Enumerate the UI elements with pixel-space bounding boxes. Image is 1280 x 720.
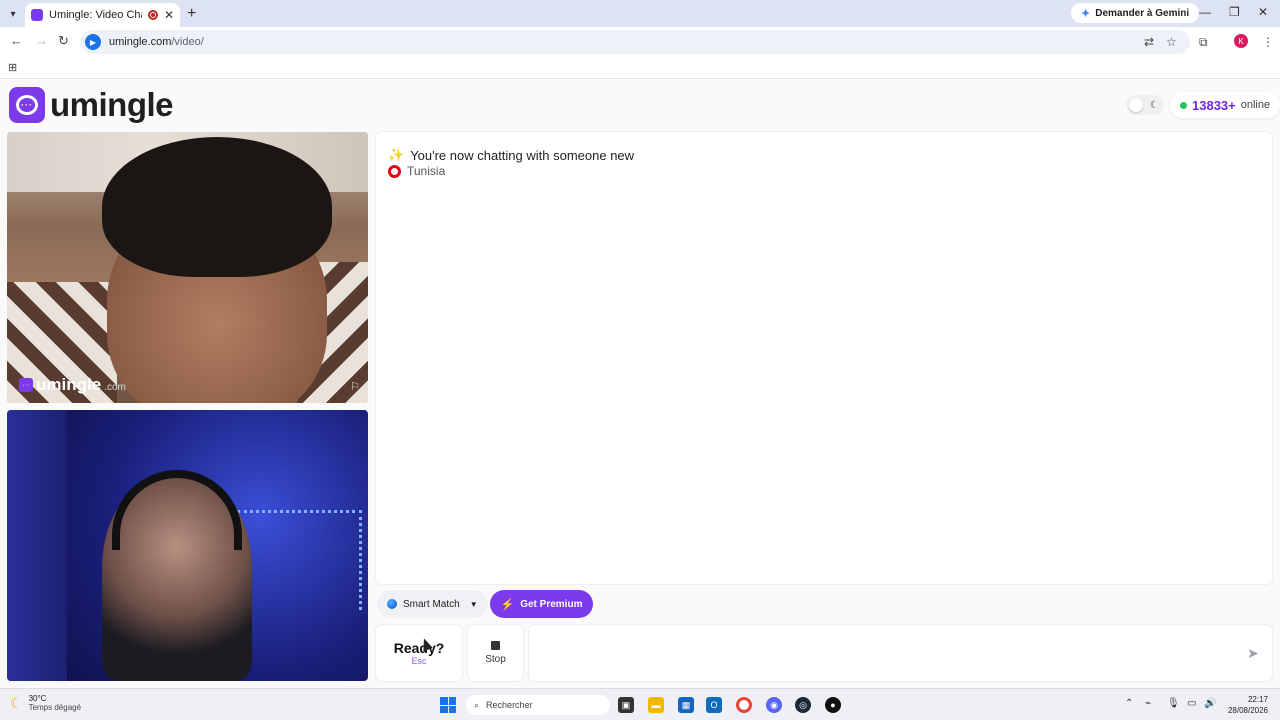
- partner-country: Tunisia: [388, 164, 445, 178]
- send-icon[interactable]: ➤: [1247, 645, 1259, 662]
- browser-tab-bar: ▾ Umingle: Video Chat with S ✕ + ✦ Deman…: [0, 0, 1280, 27]
- display-icon[interactable]: ▭: [1187, 698, 1196, 709]
- url-text: umingle.com/video/: [109, 36, 204, 48]
- game-app-icon[interactable]: ●: [825, 697, 841, 713]
- report-flag-icon[interactable]: ⚐: [350, 380, 360, 393]
- new-tab-button[interactable]: +: [187, 5, 196, 23]
- site-favicon-icon: [31, 9, 43, 21]
- video-watermark: ··· umingle .com: [19, 375, 126, 395]
- reload-icon[interactable]: ↻: [58, 33, 69, 49]
- watermark-logo-icon: ···: [19, 378, 33, 392]
- globe-icon: [387, 599, 397, 609]
- windows-icon[interactable]: [440, 697, 456, 713]
- local-video: [7, 410, 368, 681]
- browser-tab[interactable]: Umingle: Video Chat with S ✕: [25, 3, 180, 27]
- logo-chat-icon: ···: [9, 87, 45, 123]
- volume-icon[interactable]: 🔊: [1204, 698, 1216, 709]
- weather-widget[interactable]: ☾ 30°C Temps dégagé: [10, 694, 81, 712]
- weather-text: Temps dégagé: [28, 703, 82, 712]
- outlook-icon[interactable]: O: [706, 697, 722, 713]
- network-icon[interactable]: ⌁: [1145, 698, 1151, 709]
- star-icon[interactable]: ☆: [1166, 35, 1177, 49]
- back-icon[interactable]: ←: [10, 33, 23, 48]
- remote-video: ··· umingle .com ⚐: [7, 132, 368, 403]
- bolt-icon: ⚡: [500, 598, 515, 611]
- online-count: 13833+: [1192, 97, 1236, 113]
- steam-icon[interactable]: ◎: [795, 697, 811, 713]
- ready-shortcut: Esc: [411, 656, 427, 666]
- site-info-icon[interactable]: ▶: [85, 34, 101, 50]
- premium-label: Get Premium: [520, 598, 583, 610]
- bookmarks-bar: ⊞: [0, 57, 1280, 79]
- taskbar-search[interactable]: ⌕ Rechercher: [466, 695, 610, 715]
- chrome-icon[interactable]: [736, 697, 752, 713]
- get-premium-button[interactable]: ⚡ Get Premium: [490, 590, 593, 618]
- extensions-icon[interactable]: ⧉: [1199, 35, 1208, 50]
- record-icon: [147, 10, 158, 20]
- stop-button[interactable]: Stop: [468, 625, 523, 681]
- temperature: 30°C: [28, 694, 47, 703]
- toggle-knob: [1129, 98, 1143, 112]
- ready-label: Ready?: [393, 640, 445, 656]
- stop-label: Stop: [485, 654, 506, 665]
- task-view-icon[interactable]: ▣: [618, 697, 634, 713]
- gemini-label: Demander à Gemini: [1095, 7, 1190, 19]
- gemini-sparkle-icon: ✦: [1081, 7, 1091, 20]
- microphone-icon[interactable]: 🎙: [1167, 698, 1180, 709]
- chat-status-message: ✨ You're now chatting with someone new: [388, 147, 635, 163]
- browser-toolbar: ← → ↻ ▶ umingle.com/video/ ⇄ ☆ ⧉ ⋮: [0, 27, 1280, 57]
- sparkle-icon: ✨: [388, 147, 405, 162]
- profile-avatar[interactable]: K: [1234, 34, 1248, 48]
- restore-icon[interactable]: ❐: [1229, 5, 1240, 19]
- logo-text: umingle: [50, 86, 174, 123]
- theme-toggle[interactable]: ☾: [1126, 95, 1164, 115]
- online-label: online: [1240, 99, 1271, 111]
- page: ··· umingle ☾ 13833+ online ··· umingle …: [0, 80, 1280, 688]
- stop-icon: [491, 641, 500, 650]
- online-counter: 13833+ online: [1170, 92, 1280, 118]
- close-window-icon[interactable]: ✕: [1258, 5, 1268, 19]
- search-icon: ⌕: [474, 699, 480, 710]
- chat-panel: ✨ You're now chatting with someone new T…: [376, 132, 1272, 584]
- tab-list-icon[interactable]: ▾: [4, 5, 22, 23]
- site-logo[interactable]: ··· umingle: [9, 86, 174, 124]
- windows-taskbar: ☾ 30°C Temps dégagé ⌕ Rechercher ▣ ▬ ▦ O…: [0, 688, 1280, 720]
- store-icon[interactable]: ▦: [678, 697, 694, 713]
- forward-icon[interactable]: →: [35, 33, 48, 48]
- smart-match-dropdown[interactable]: Smart Match ▼: [377, 590, 488, 618]
- message-input[interactable]: [529, 625, 1272, 681]
- tunisia-flag-icon: [388, 164, 401, 178]
- moon-weather-icon: ☾: [10, 694, 23, 711]
- tray-chevron-icon[interactable]: ⌃: [1125, 698, 1133, 709]
- discord-icon[interactable]: ◉: [766, 697, 782, 713]
- translate-icon[interactable]: ⇄: [1144, 35, 1154, 49]
- close-tab-icon[interactable]: ✕: [164, 8, 174, 22]
- apps-icon[interactable]: ⊞: [8, 61, 17, 74]
- online-dot-icon: [1180, 101, 1187, 109]
- minimize-icon[interactable]: —: [1199, 5, 1211, 19]
- ready-button[interactable]: Ready? Esc: [376, 625, 462, 681]
- address-bar[interactable]: ▶ umingle.com/video/: [80, 30, 1190, 54]
- file-explorer-icon[interactable]: ▬: [648, 697, 664, 713]
- chevron-down-icon: ▼: [469, 599, 478, 609]
- clock-date: 28/08/2026: [1227, 706, 1268, 715]
- smart-match-label: Smart Match: [403, 598, 460, 610]
- search-label: Rechercher: [486, 700, 533, 710]
- gemini-button[interactable]: ✦ Demander à Gemini: [1071, 3, 1200, 23]
- tab-title: Umingle: Video Chat with S: [49, 9, 142, 21]
- taskbar-clock[interactable]: 22:17 28/08/2026: [1222, 694, 1268, 716]
- clock-time: 22:17: [1247, 695, 1268, 704]
- moon-icon: ☾: [1150, 99, 1159, 111]
- menu-icon[interactable]: ⋮: [1262, 35, 1274, 49]
